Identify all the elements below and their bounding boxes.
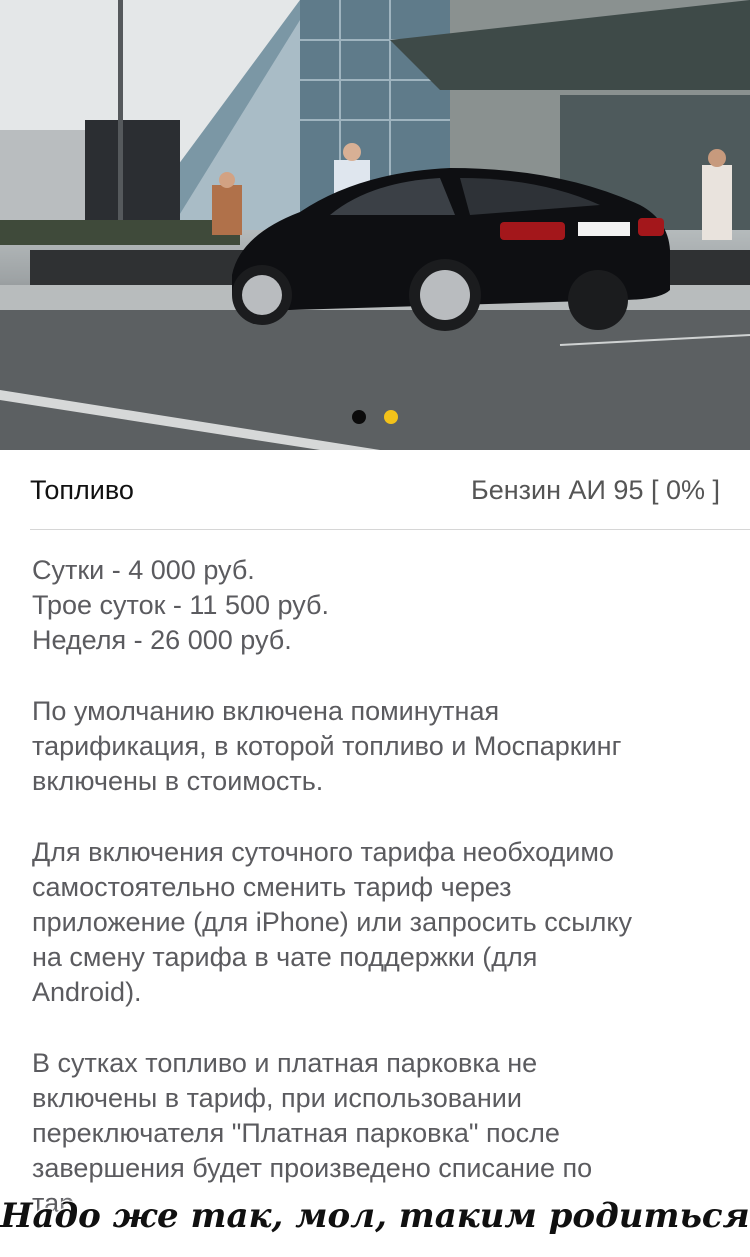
- fuel-value: Бензин АИ 95 [ 0% ]: [471, 474, 720, 505]
- paragraph-line: Для включения суточного тарифа необходим…: [32, 837, 614, 867]
- paragraph-line: В сутках топливо и платная парковка не: [32, 1048, 538, 1078]
- caption-watermark: Надо же так, мол, таким родиться: [0, 1196, 750, 1236]
- gallery-pagination[interactable]: [0, 410, 750, 430]
- paragraph-line: завершения будет произведено списание по: [32, 1153, 593, 1183]
- tariff-three-days: Трое суток - 11 500 руб.: [32, 590, 329, 620]
- paragraph-line: приложение (для iPhone) или запросить сс…: [32, 907, 633, 937]
- divider: [30, 529, 750, 530]
- tariff-week: Неделя - 26 000 руб.: [32, 625, 292, 655]
- car-photo-gallery[interactable]: [0, 0, 750, 450]
- car-photo: [0, 0, 750, 450]
- paragraph-line: включены в стоимость.: [32, 766, 324, 796]
- paragraph-line: самостоятельно сменить тариф через: [32, 872, 512, 902]
- paragraph-line: на смену тарифа в чате поддержки (для: [32, 942, 538, 972]
- gallery-dot-1[interactable]: [352, 410, 366, 424]
- paragraph-line: По умолчанию включена поминутная: [32, 696, 500, 726]
- tariff-day: Сутки - 4 000 руб.: [32, 555, 255, 585]
- paragraph-line: включены в тариф, при использовании: [32, 1083, 522, 1113]
- tariff-description: Сутки - 4 000 руб. Трое суток - 11 500 р…: [32, 553, 732, 1257]
- tariff-prices: Сутки - 4 000 руб. Трое суток - 11 500 р…: [32, 553, 732, 658]
- fuel-label: Топливо: [30, 474, 134, 505]
- fuel-row: Топливо Бензин АИ 95 [ 0% ]: [30, 462, 720, 518]
- paragraph-per-minute: По умолчанию включена поминутная тарифик…: [32, 694, 732, 799]
- paragraph-line: переключателя "Платная парковка" после: [32, 1118, 560, 1148]
- paragraph-line: тарификация, в которой топливо и Моспарк…: [32, 731, 622, 761]
- paragraph-line: Android).: [32, 977, 142, 1007]
- gallery-dot-2[interactable]: [384, 410, 398, 424]
- paragraph-daily-switch: Для включения суточного тарифа необходим…: [32, 835, 732, 1010]
- paragraph-parking: В сутках топливо и платная парковка не в…: [32, 1046, 732, 1221]
